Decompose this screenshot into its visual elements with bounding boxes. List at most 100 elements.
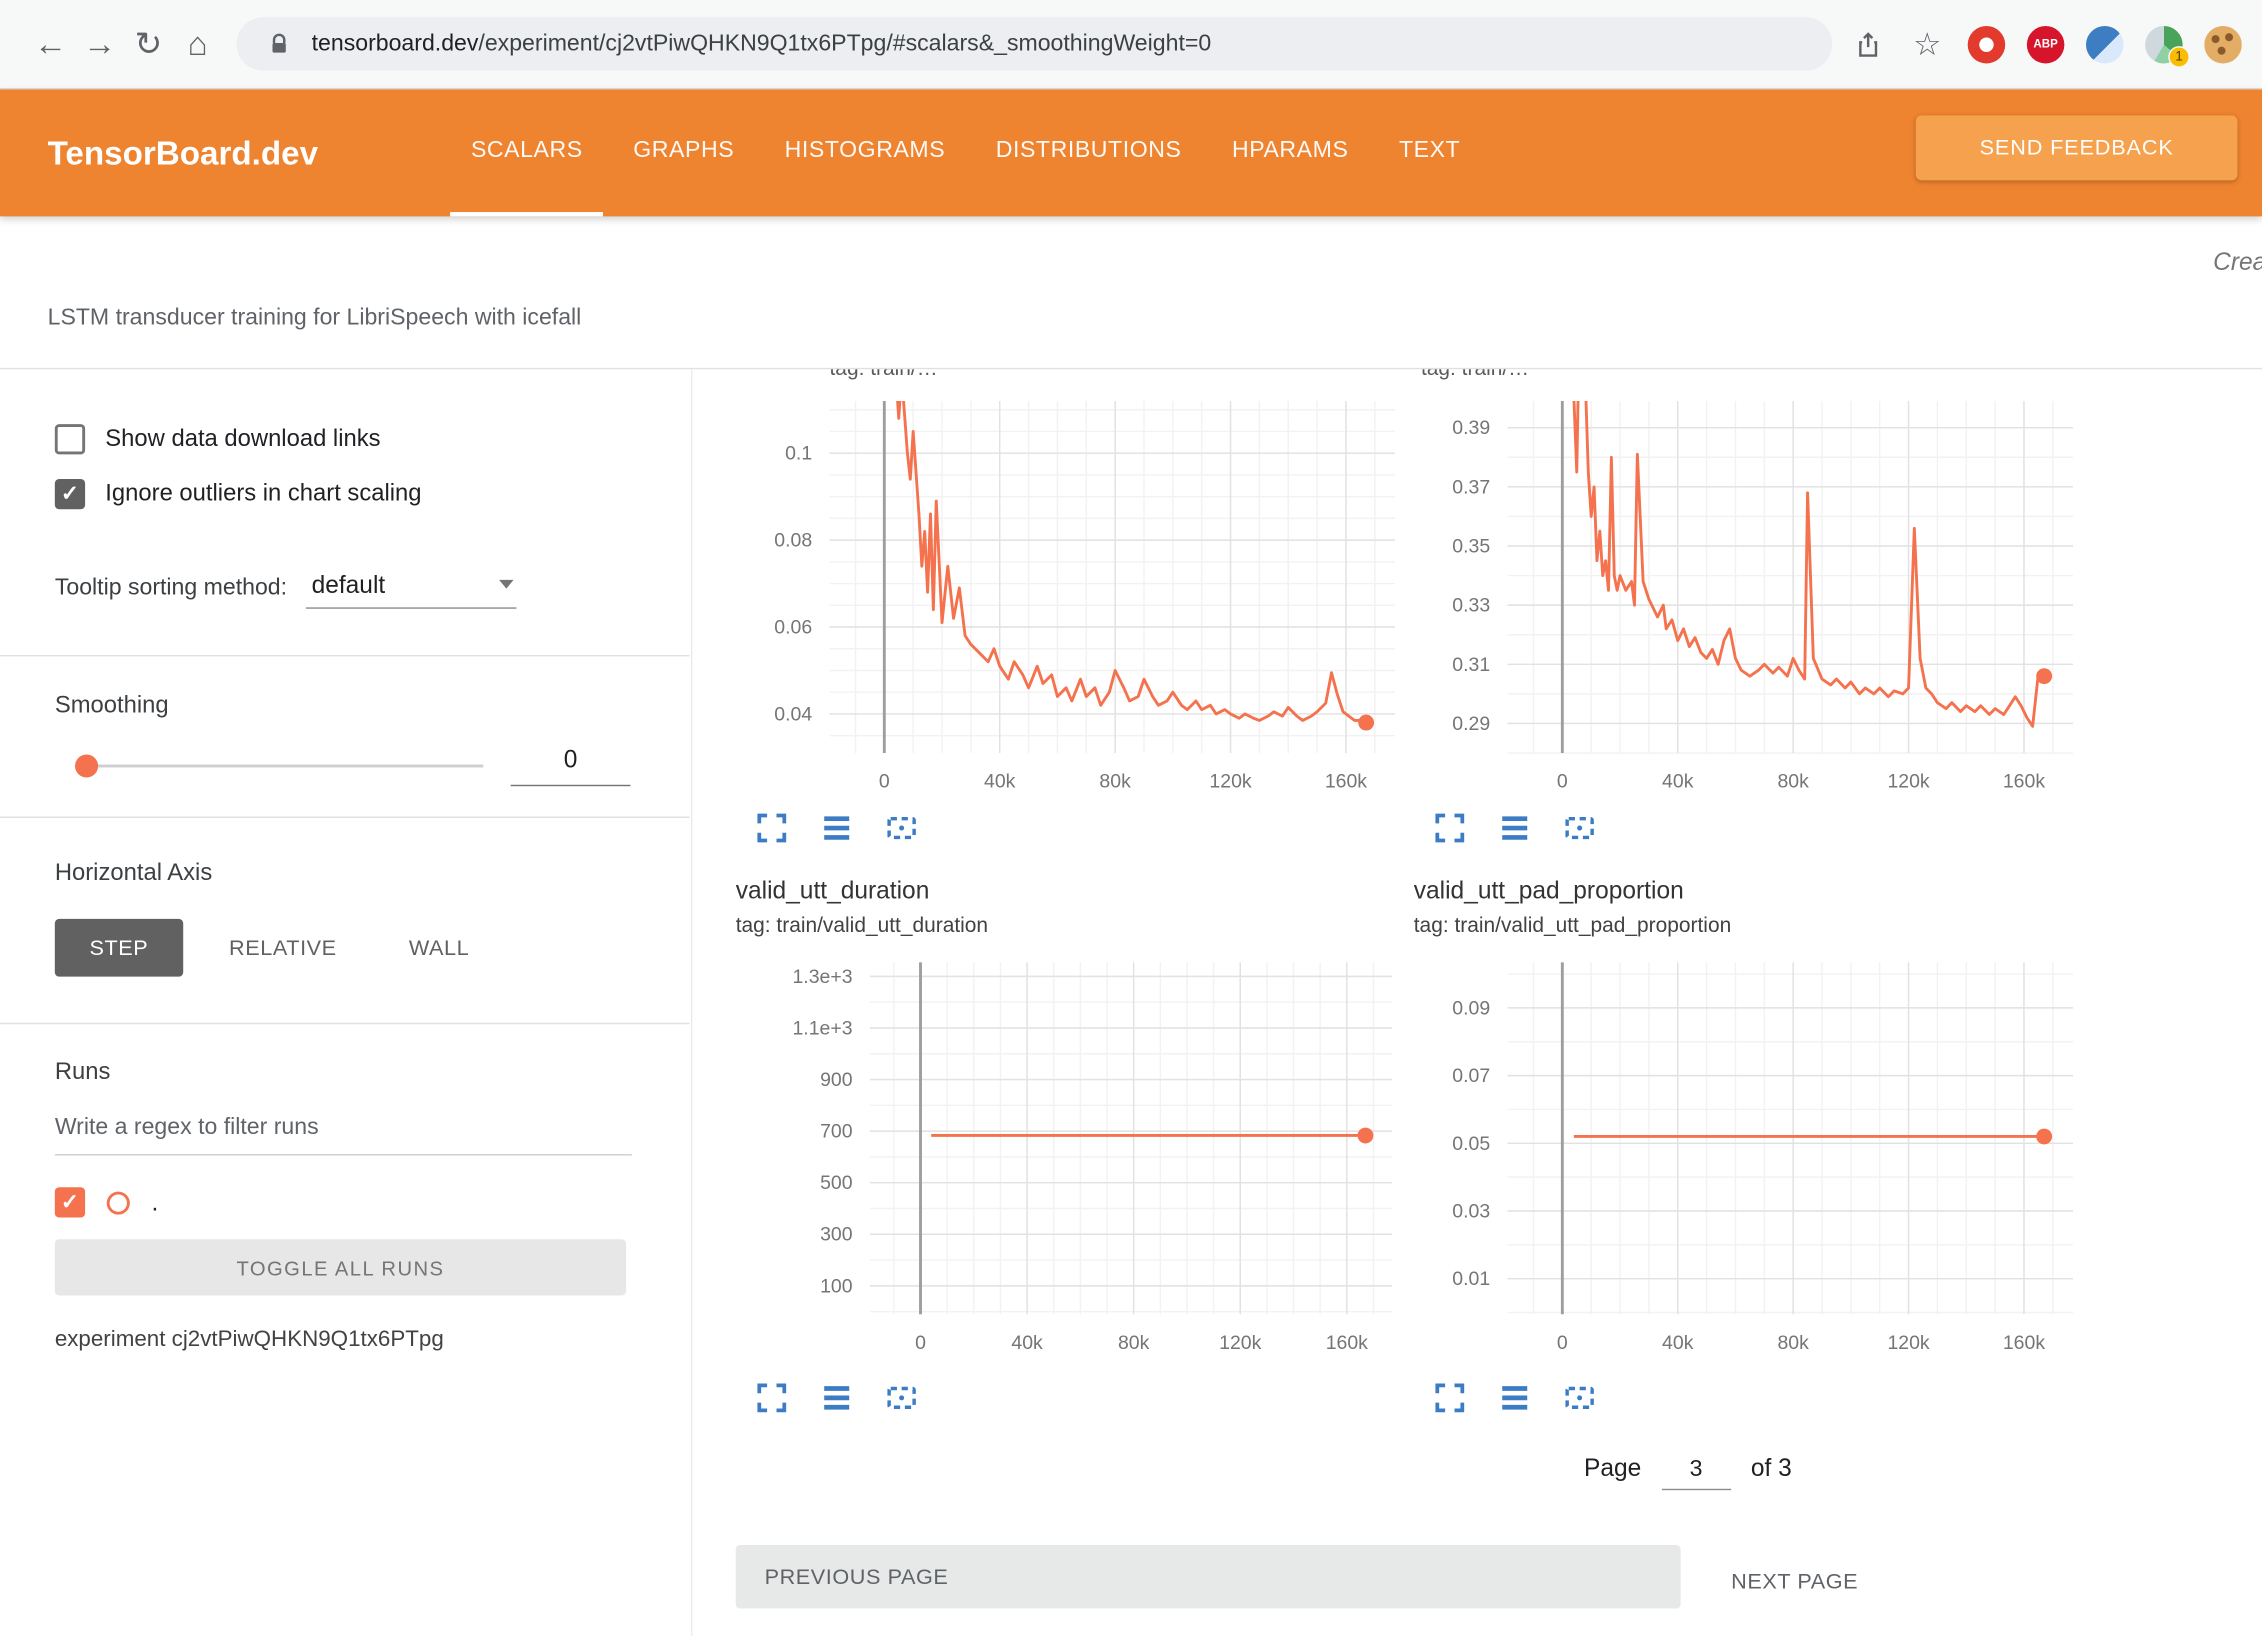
- reload-icon[interactable]: ↻: [124, 25, 173, 64]
- tooltip-sorting-select[interactable]: default: [306, 571, 517, 609]
- smoothing-slider-thumb[interactable]: [75, 754, 98, 777]
- page-label: Page: [1584, 1454, 1641, 1490]
- back-icon[interactable]: ←: [26, 25, 75, 64]
- forward-icon[interactable]: →: [75, 25, 124, 64]
- run-name: .: [151, 1188, 158, 1217]
- toggle-all-runs-button[interactable]: TOGGLE ALL RUNS: [55, 1239, 626, 1295]
- tab-hparams[interactable]: HPARAMS: [1212, 89, 1369, 216]
- lock-icon[interactable]: [260, 25, 298, 63]
- runs-label: Runs: [55, 1059, 631, 1086]
- ignore-outliers-label[interactable]: Ignore outliers in chart scaling: [105, 480, 421, 507]
- tab-histograms[interactable]: HISTOGRAMS: [764, 89, 965, 216]
- tab-graphs[interactable]: GRAPHS: [613, 89, 754, 216]
- runs-filter-input[interactable]: [55, 1106, 632, 1155]
- data-table-icon[interactable]: [818, 1379, 856, 1417]
- chart-top-right[interactable]: 0.290.310.330.350.370.39040k80k120k160k: [1407, 401, 2073, 793]
- bookmark-star-icon[interactable]: ☆: [1909, 25, 1947, 63]
- home-icon[interactable]: ⌂: [173, 25, 222, 64]
- svg-text:500: 500: [820, 1172, 853, 1194]
- expand-chart-icon[interactable]: [1431, 1379, 1469, 1417]
- smoothing-value-input[interactable]: [511, 740, 631, 786]
- svg-text:300: 300: [820, 1224, 853, 1246]
- blue-extension-icon[interactable]: [2086, 25, 2124, 63]
- fit-domain-icon[interactable]: [1561, 1379, 1599, 1417]
- chart-bottom-left[interactable]: 1003005007009001.1e+31.3e+3040k80k120k16…: [729, 962, 1395, 1354]
- expand-chart-icon[interactable]: [753, 1379, 791, 1417]
- abp-extension-icon[interactable]: ABP: [2027, 25, 2065, 63]
- url-domain: tensorboard.dev: [312, 31, 479, 56]
- svg-text:0.07: 0.07: [1452, 1065, 1490, 1087]
- charts-panel: tag: train/… 0.040.060.080.1040k80k120k1…: [692, 369, 2262, 1636]
- run-checkbox[interactable]: [55, 1187, 85, 1217]
- expand-chart-icon[interactable]: [1431, 809, 1469, 847]
- chart-top-left[interactable]: 0.040.060.080.1040k80k120k160k: [729, 401, 1395, 793]
- svg-text:160k: 160k: [2003, 1332, 2045, 1354]
- next-page-button[interactable]: NEXT PAGE: [1717, 1561, 1873, 1603]
- chart-toolbar: [1431, 809, 1598, 847]
- tab-distributions[interactable]: DISTRIBUTIONS: [976, 89, 1202, 216]
- horizontal-axis-label: Horizontal Axis: [55, 860, 631, 887]
- svg-text:40k: 40k: [1662, 771, 1694, 793]
- url-text: tensorboard.dev/experiment/cj2vtPiwQHKN9…: [312, 31, 1212, 57]
- fit-domain-icon[interactable]: [883, 1379, 921, 1417]
- svg-text:0.37: 0.37: [1452, 476, 1490, 498]
- svg-text:80k: 80k: [1118, 1332, 1150, 1354]
- tooltip-sorting-value: default: [312, 571, 386, 600]
- chart-toolbar: [753, 809, 920, 847]
- pagination: Page of 3: [1584, 1454, 1792, 1490]
- share-icon[interactable]: [1849, 25, 1887, 63]
- svg-text:100: 100: [820, 1275, 853, 1297]
- subheader: Crea LSTM transducer training for LibriS…: [0, 216, 2262, 367]
- previous-page-button[interactable]: PREVIOUS PAGE: [736, 1545, 1681, 1608]
- clipped-chart-tag: tag: train/…: [829, 369, 1233, 388]
- axis-step-button[interactable]: STEP: [55, 919, 183, 977]
- send-feedback-button[interactable]: SEND FEEDBACK: [1916, 115, 2238, 180]
- page-number-input[interactable]: [1661, 1457, 1730, 1490]
- data-table-icon[interactable]: [1496, 809, 1534, 847]
- svg-text:0.09: 0.09: [1452, 997, 1490, 1019]
- svg-text:40k: 40k: [1011, 1332, 1043, 1354]
- content: Show data download links Ignore outliers…: [0, 368, 2262, 1636]
- run-row: .: [55, 1187, 631, 1217]
- divider: [0, 1023, 690, 1024]
- address-bar[interactable]: tensorboard.dev/experiment/cj2vtPiwQHKN9…: [237, 17, 1833, 70]
- data-table-icon[interactable]: [818, 809, 856, 847]
- svg-text:0.08: 0.08: [774, 530, 812, 552]
- run-color-swatch-icon: [107, 1191, 130, 1214]
- created-clipped-text: Crea: [2213, 248, 2262, 277]
- axis-relative-button[interactable]: RELATIVE: [203, 919, 363, 977]
- app-header: TensorBoard.dev SCALARS GRAPHS HISTOGRAM…: [0, 89, 2262, 216]
- fit-domain-icon[interactable]: [883, 809, 921, 847]
- svg-text:0: 0: [1557, 771, 1568, 793]
- chart-bottom-right[interactable]: 0.010.030.050.070.09040k80k120k160k: [1407, 962, 2073, 1354]
- svg-text:0.35: 0.35: [1452, 535, 1490, 557]
- show-download-checkbox[interactable]: [55, 424, 85, 454]
- fit-domain-icon[interactable]: [1561, 809, 1599, 847]
- tab-scalars[interactable]: SCALARS: [451, 89, 603, 216]
- ignore-outliers-checkbox[interactable]: [55, 479, 85, 509]
- chart-toolbar: [753, 1379, 920, 1417]
- expand-chart-icon[interactable]: [753, 809, 791, 847]
- chart-tag: tag: train/valid_utt_pad_proportion: [1414, 915, 1731, 938]
- show-download-label[interactable]: Show data download links: [105, 426, 380, 453]
- url-path: /experiment/cj2vtPiwQHKN9Q1tx6PTpg/#scal…: [478, 31, 1211, 56]
- smoothing-slider-track[interactable]: [87, 765, 484, 768]
- cookie-icon[interactable]: [2204, 25, 2242, 63]
- adblock-extension-icon[interactable]: [1968, 25, 2006, 63]
- chart-toolbar: [1431, 1379, 1598, 1417]
- svg-text:0.1: 0.1: [785, 443, 812, 465]
- chart-title: valid_utt_duration: [736, 877, 930, 906]
- svg-text:0.33: 0.33: [1452, 595, 1490, 617]
- axis-wall-button[interactable]: WALL: [383, 919, 495, 977]
- profile-avatar[interactable]: 1: [2145, 25, 2183, 63]
- svg-text:40k: 40k: [984, 771, 1016, 793]
- tooltip-sorting-row: Tooltip sorting method: default: [55, 571, 631, 609]
- svg-text:160k: 160k: [1326, 1332, 1368, 1354]
- svg-text:0.39: 0.39: [1452, 417, 1490, 439]
- svg-text:1.3e+3: 1.3e+3: [792, 966, 852, 988]
- svg-text:1.1e+3: 1.1e+3: [792, 1017, 852, 1039]
- chevron-down-icon: [499, 579, 513, 588]
- tab-text[interactable]: TEXT: [1379, 89, 1481, 216]
- data-table-icon[interactable]: [1496, 1379, 1534, 1417]
- divider: [0, 655, 690, 656]
